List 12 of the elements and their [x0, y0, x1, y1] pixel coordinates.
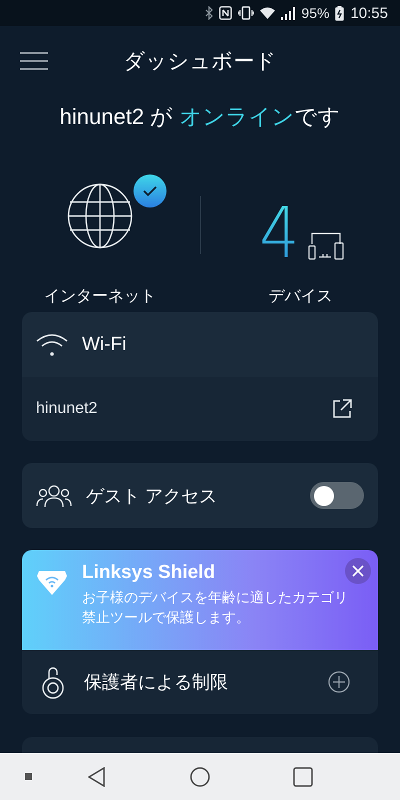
wifi-title: Wi-Fi — [82, 334, 126, 356]
guest-access-label: ゲスト アクセス — [86, 484, 218, 508]
clock-time: 10:55 — [350, 4, 388, 22]
shield-title: Linksys Shield — [82, 562, 216, 584]
page-title: ダッシュボード — [124, 49, 276, 75]
battery-percent: 95% — [301, 5, 330, 21]
network-status-text: hinunet2 が オンラインです — [60, 103, 340, 131]
internet-label: インターネット — [44, 287, 156, 307]
devices-label: デバイス — [268, 287, 332, 307]
shield-description: お子様のデバイスを年齢に適したカテゴリ禁止ツールで保護します。 — [82, 588, 349, 627]
parental-controls-label: 保護者による制限 — [84, 671, 229, 694]
network-name: hinunet2 — [36, 400, 98, 418]
